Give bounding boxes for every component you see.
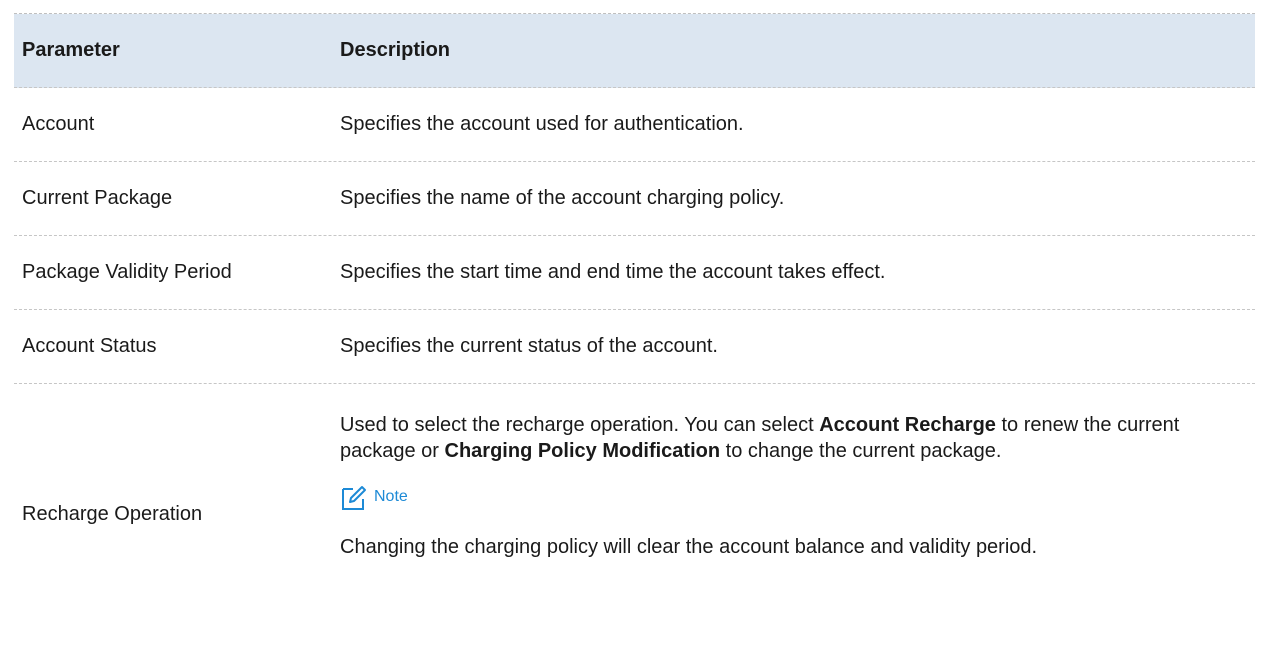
parameter-cell: Account Status [22,335,157,357]
parameter-cell: Recharge Operation [22,502,203,525]
note-text: Changing the charging policy will clear … [340,536,1038,558]
table-row: Account Status Specifies the current sta… [14,310,1255,384]
recharge-description: Used to select the recharge operation. Y… [340,412,1247,464]
header-description: Description [340,39,451,61]
parameter-table: Parameter Description Account Specifies … [14,13,1255,644]
desc-bold-term: Charging Policy Modification [444,440,721,462]
table-row: Recharge Operation Used to select the re… [14,384,1255,644]
note-label: Note [374,488,408,505]
table-row: Current Package Specifies the name of th… [14,162,1255,236]
parameter-cell: Current Package [22,187,173,209]
desc-text: Used to select the recharge operation. Y… [340,414,820,436]
description-cell: Specifies the name of the account chargi… [340,187,785,209]
description-cell: Used to select the recharge operation. Y… [340,384,1255,644]
parameter-cell: Package Validity Period [22,261,232,283]
desc-bold-term: Account Recharge [819,414,996,436]
note-callout: Note [340,480,1247,514]
table-header-row: Parameter Description [14,14,1255,88]
parameter-cell: Account [22,113,95,135]
table-row: Account Specifies the account used for a… [14,88,1255,162]
description-cell: Specifies the current status of the acco… [340,335,718,357]
header-parameter: Parameter [22,39,120,61]
description-cell: Specifies the start time and end time th… [340,261,886,283]
table-row: Package Validity Period Specifies the st… [14,236,1255,310]
edit-note-icon [342,486,366,510]
desc-text: to change the current package. [720,440,1002,462]
description-cell: Specifies the account used for authentic… [340,113,744,135]
